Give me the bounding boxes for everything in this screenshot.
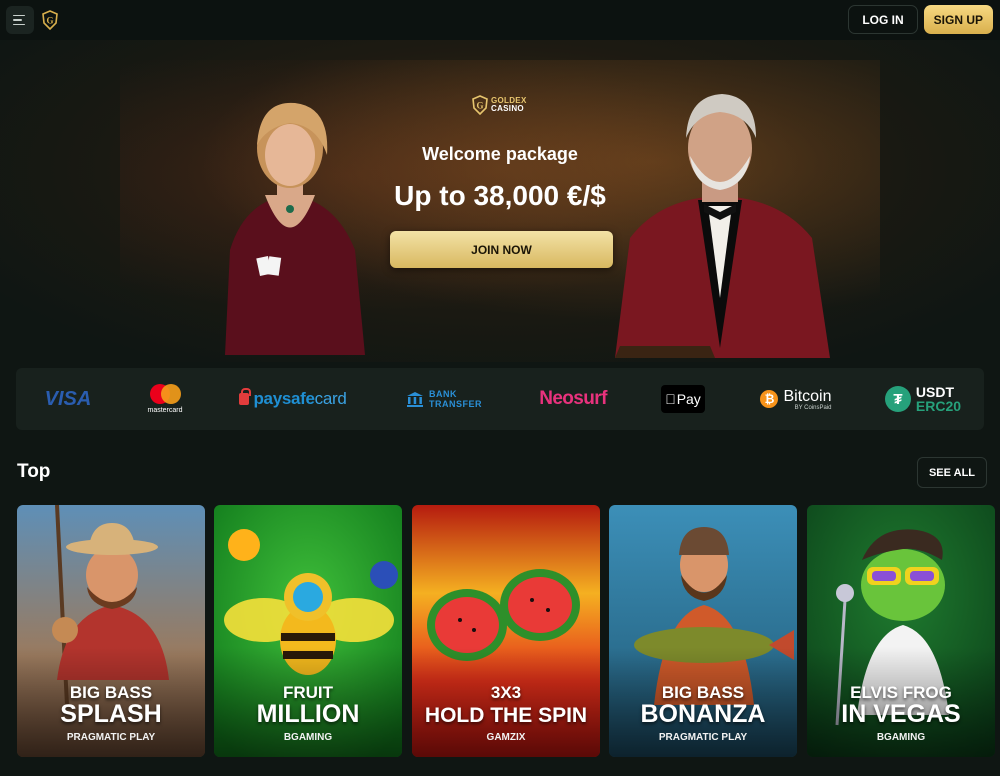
game-title-line2: IN VEGAS [841,700,961,728]
game-provider: BGAMING [876,732,926,743]
mastercard-label: mastercard [147,407,183,414]
game-card[interactable]: ELVIS FROG IN VEGAS BGAMING [807,505,995,757]
usdt-label-line1: USDT [915,384,955,400]
game-provider: GAMZIX [486,732,526,743]
payment-methods-bar: VISA mastercard paysafecard BANK TRANSFE… [16,368,984,430]
game-card[interactable]: BIG BASS SPLASH PRAGMATIC PLAY [17,505,205,757]
section-title-top: Top [17,461,51,482]
neosurf-logo: Neosurf [539,388,607,409]
game-card[interactable]: 3X3 HOLD THE SPIN GAMZIX [412,505,600,757]
hero-logo: G GOLDEX CASINO [472,95,527,115]
game-title-line2: BONANZA [640,700,766,728]
top-bar: G LOG IN SIGN UP [0,0,1000,40]
game-card[interactable]: BIG BASS BONANZA PRAGMATIC PLAY [609,505,797,757]
lock-icon [239,388,252,405]
apple-pay-label: Pay [671,391,701,407]
tether-icon: ₮ [884,386,911,412]
hero-logo-line2: CASINO [491,104,524,113]
signup-button[interactable]: SIGN UP [923,5,993,34]
see-all-button[interactable]: SEE ALL [917,457,987,488]
game-title-line1: 3X3 [490,683,522,702]
paysafecard-label-a: paysafe [253,389,315,408]
game-provider: PRAGMATIC PLAY [66,732,156,743]
paysafecard-logo: paysafecard [234,368,352,430]
game-provider: PRAGMATIC PLAY [658,732,748,743]
hero-subtitle: Welcome package [422,144,578,164]
bank-icon [407,392,423,407]
login-button[interactable]: LOG IN [848,5,918,34]
join-now-button[interactable]: JOIN NOW [390,231,613,268]
game-title-line2: MILLION [256,700,360,728]
game-title-line2: SPLASH [60,700,162,728]
hero-title: Up to 38,000 €/$ [394,180,606,211]
usdt-label-line2: ERC20 [915,398,962,414]
top-games-row: BIG BASS SPLASH PRAGMATIC PLAY FRUIT MIL… [17,505,1000,757]
apple-pay-logo:  Pay [661,368,705,430]
bank-label-line2: TRANSFER [429,399,482,409]
goldex-shield-icon: G [472,95,488,115]
bitcoin-logo: ₿ Bitcoin BY CoinsPaid [756,368,836,430]
game-title-line2: HOLD THE SPIN [424,704,588,727]
visa-logo: VISA [44,387,92,410]
paysafecard-label-b: card [314,389,347,408]
game-card[interactable]: FRUIT MILLION BGAMING [214,505,402,757]
hero-man-image [615,94,830,358]
coinspaid-label: BY CoinsPaid [794,404,832,411]
bitcoin-icon: ₿ [760,390,779,408]
apple-icon:  [665,391,676,407]
hero-banner: G GOLDEX CASINO Welcome package Up to 38… [0,40,1000,362]
bank-label-line1: BANK [429,389,457,399]
mastercard-icon [148,384,182,404]
svg-text:G: G [46,16,53,26]
game-provider: BGAMING [283,732,333,743]
goldex-shield-icon[interactable]: G [42,10,58,30]
hamburger-icon[interactable] [6,6,34,34]
mastercard-logo: mastercard [140,368,190,430]
bitcoin-label: Bitcoin [783,387,832,405]
usdt-logo: ₮ USDT ERC20 [882,368,964,430]
svg-text:G: G [476,101,483,111]
bank-transfer-logo: BANK TRANSFER [399,368,489,430]
hero-woman-image [225,102,365,355]
